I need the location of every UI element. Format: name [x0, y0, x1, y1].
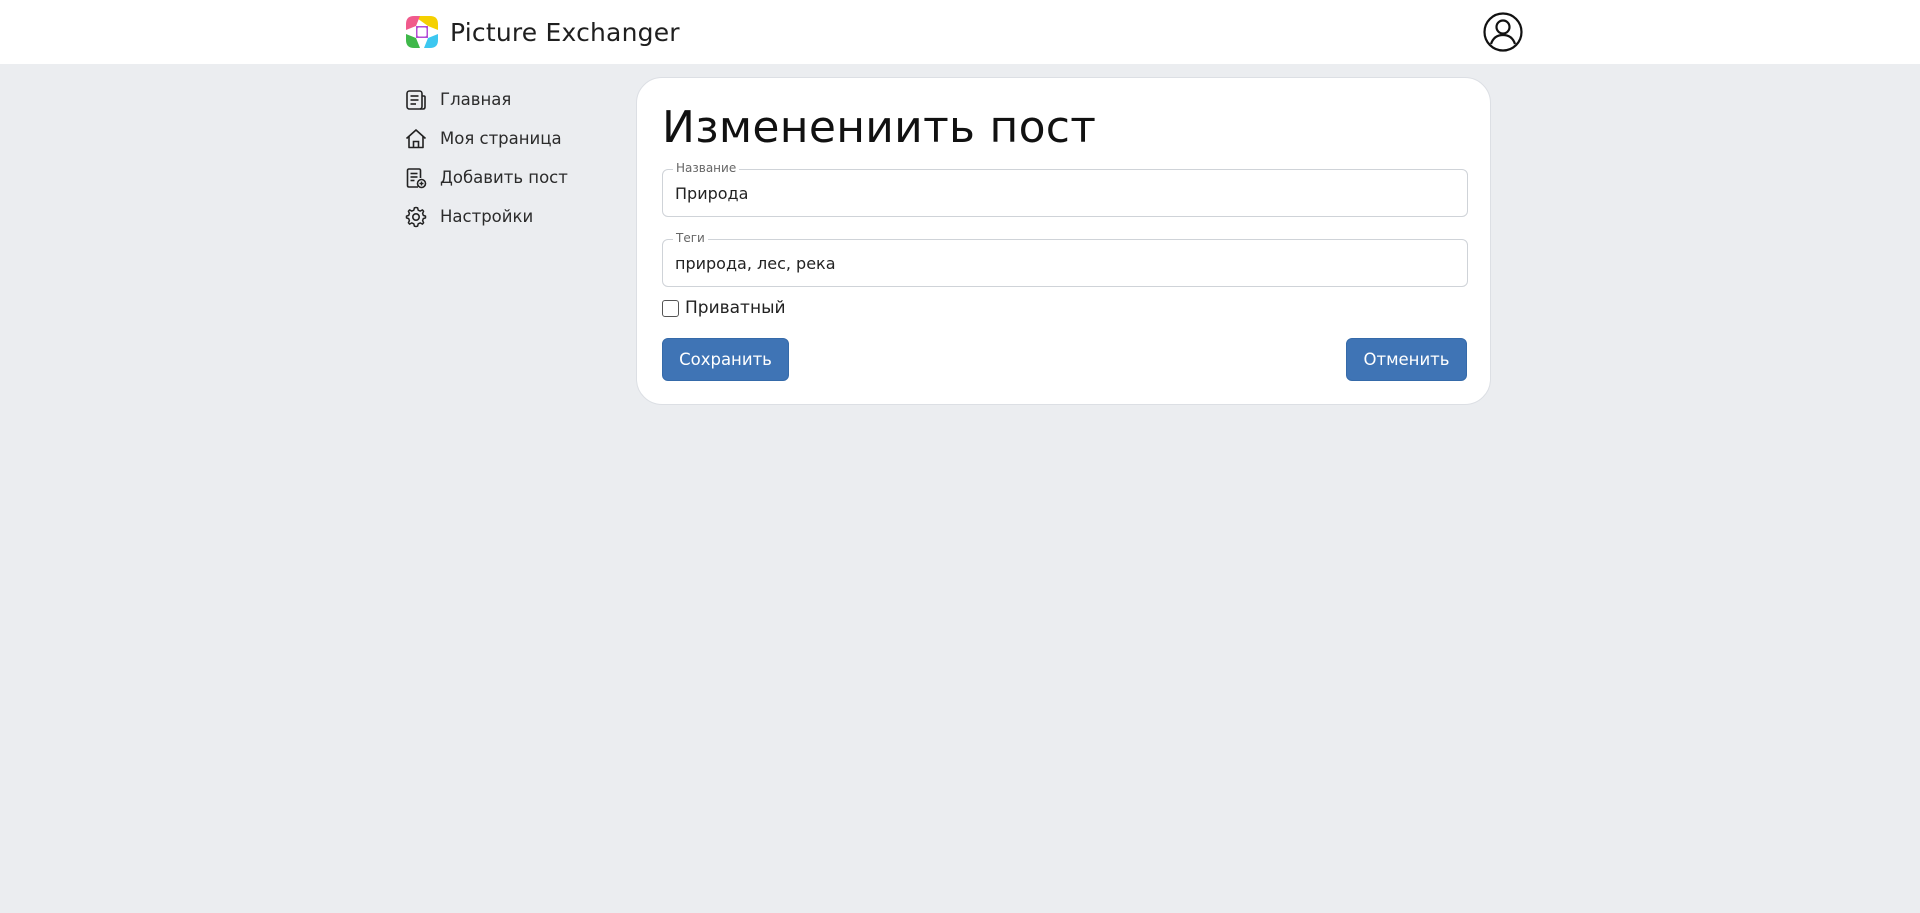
- sidebar-item-label: Добавить пост: [440, 168, 568, 187]
- news-icon: [406, 89, 426, 110]
- user-circle-icon: [1483, 12, 1523, 52]
- private-checkbox-row[interactable]: Приватный: [662, 298, 786, 318]
- private-checkbox-label: Приватный: [685, 298, 786, 318]
- top-bar: Picture Exchanger: [0, 0, 1920, 64]
- gear-icon: [405, 206, 427, 227]
- name-input[interactable]: [675, 170, 1455, 216]
- picture-exchanger-logo-icon: [406, 16, 438, 48]
- sidebar-item-label: Моя страница: [440, 129, 562, 148]
- sidebar-item-label: Настройки: [440, 207, 534, 226]
- sidebar-item-settings[interactable]: Настройки: [404, 197, 624, 236]
- sidebar-item-my-page[interactable]: Моя страница: [404, 119, 624, 158]
- home-icon: [405, 128, 427, 148]
- brand[interactable]: Picture Exchanger: [406, 15, 680, 49]
- edit-post-card: Изменениить пост Название Теги Приватный…: [636, 77, 1491, 405]
- private-checkbox[interactable]: [662, 299, 679, 317]
- sidebar: Главная Моя страница Добавить пост Настр…: [404, 80, 624, 236]
- tags-field: Теги: [662, 231, 1468, 287]
- brand-title: Picture Exchanger: [450, 17, 680, 47]
- add-document-icon: [406, 167, 427, 188]
- page-title: Изменениить пост: [662, 102, 1097, 153]
- save-button[interactable]: Сохранить: [662, 338, 789, 381]
- cancel-button[interactable]: Отменить: [1346, 338, 1467, 381]
- sidebar-item-label: Главная: [440, 90, 512, 109]
- tags-input[interactable]: [675, 240, 1455, 286]
- user-account-button[interactable]: [1483, 12, 1523, 52]
- name-field: Название: [662, 161, 1468, 217]
- sidebar-item-home-feed[interactable]: Главная: [404, 80, 624, 119]
- sidebar-item-add-post[interactable]: Добавить пост: [404, 158, 624, 197]
